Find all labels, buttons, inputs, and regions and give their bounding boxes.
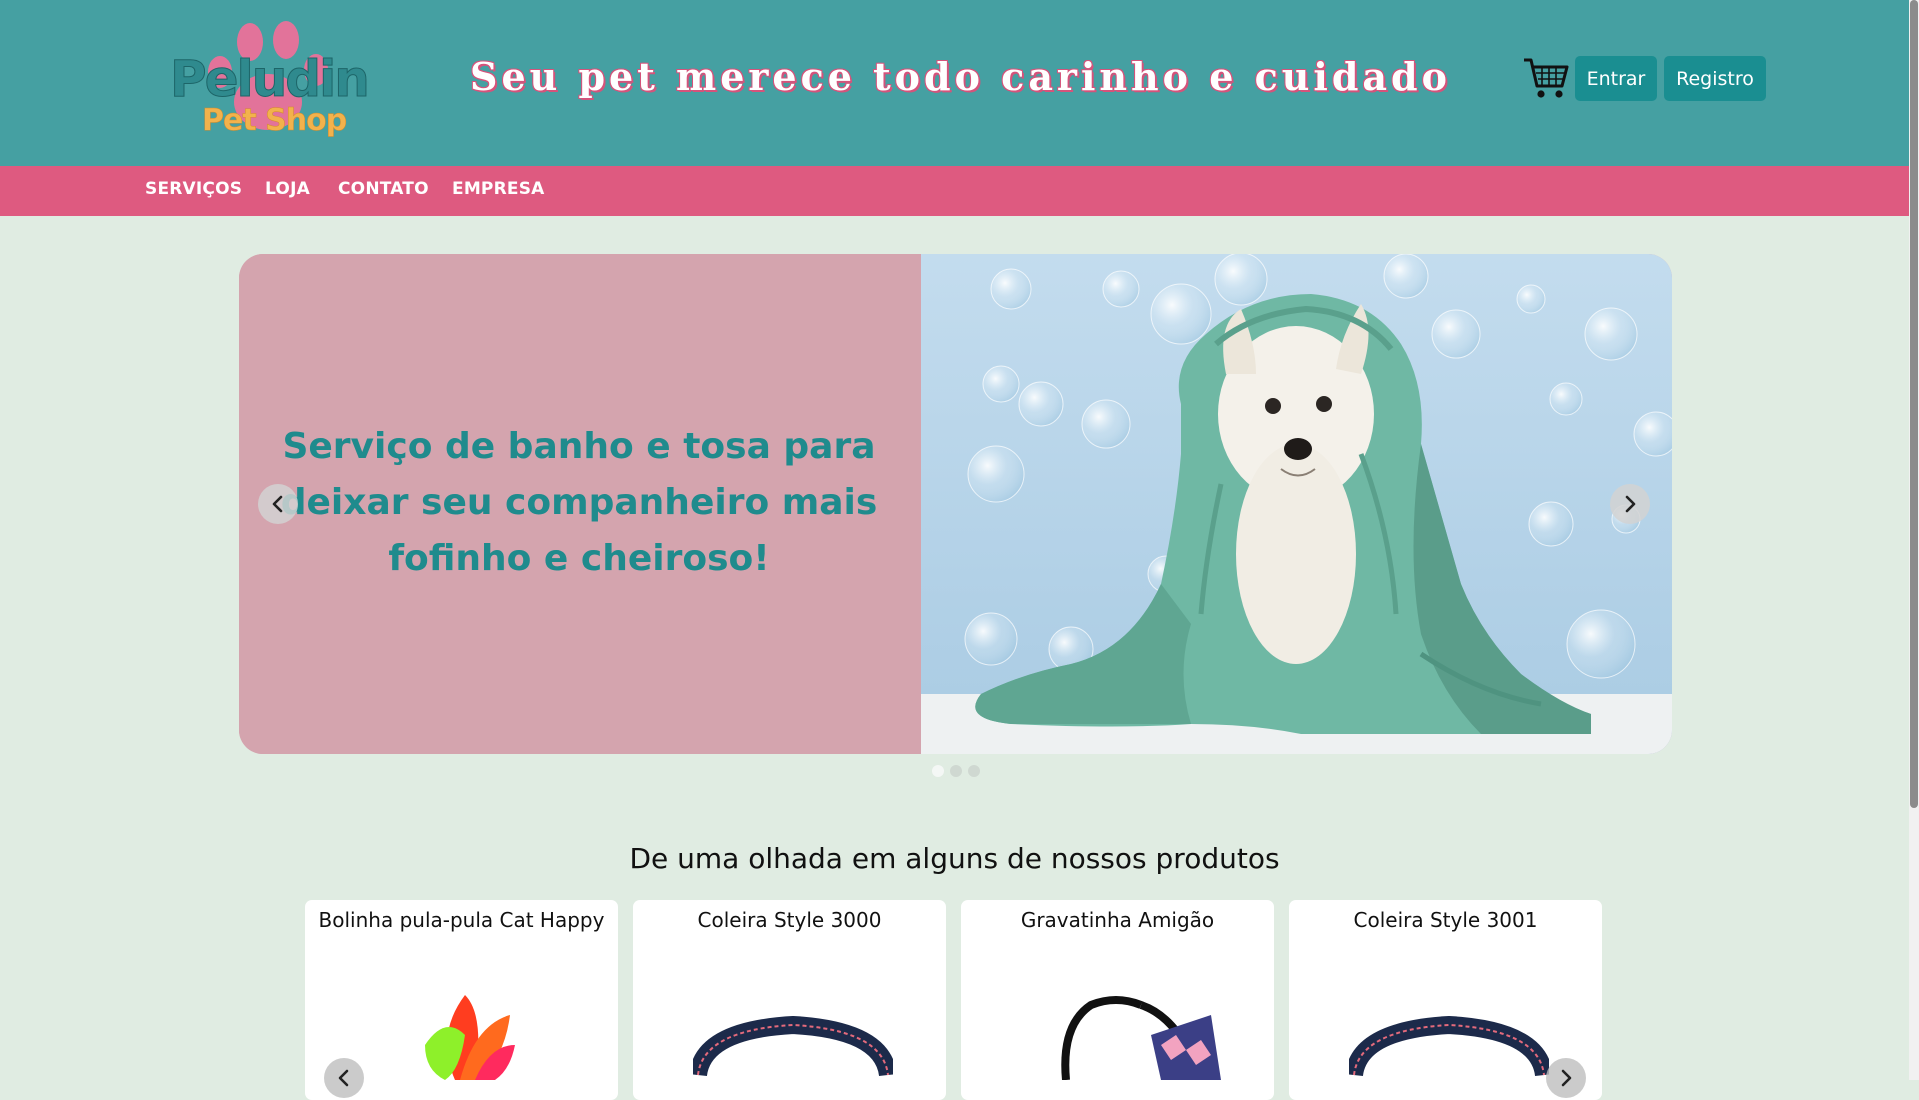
nav-item-empresa[interactable]: EMPRESA	[452, 181, 545, 198]
carousel-dot-3[interactable]	[968, 765, 980, 777]
login-button[interactable]: Entrar	[1575, 56, 1657, 101]
logo-name: Peludin	[170, 50, 371, 108]
nav-item-servicos[interactable]: SERVIÇOS	[145, 181, 242, 198]
chevron-right-icon	[1625, 495, 1636, 513]
product-image-collar	[1349, 1015, 1549, 1077]
carousel-prev-button[interactable]	[258, 484, 298, 524]
site-logo[interactable]: Peludin Pet Shop	[168, 14, 371, 144]
hero-carousel: Serviço de banho e tosa para deixar seu …	[239, 254, 1672, 754]
products-section-title: De uma olhada em alguns de nossos produt…	[629, 842, 1280, 875]
page-scrollbar-thumb[interactable]	[1910, 0, 1918, 808]
carousel-dot-1[interactable]	[932, 765, 944, 777]
product-name: Gravatinha Amigão	[1020, 908, 1215, 932]
product-name: Coleira Style 3001	[1353, 908, 1538, 932]
nav-item-loja[interactable]: LOJA	[265, 181, 310, 198]
main-nav: SERVIÇOS LOJA CONTATO EMPRESA	[0, 166, 1909, 216]
site-header: Peludin Pet Shop Seu pet merece todo car…	[0, 0, 1909, 166]
chevron-left-icon	[272, 495, 283, 513]
register-button[interactable]: Registro	[1664, 56, 1766, 101]
products-prev-button[interactable]	[324, 1058, 364, 1098]
product-image-feather-ball	[425, 995, 515, 1080]
product-card[interactable]: Gravatinha Amigão	[961, 900, 1274, 1100]
slide-text-panel: Serviço de banho e tosa para deixar seu …	[239, 254, 921, 754]
product-card[interactable]: Coleira Style 3000	[633, 900, 946, 1100]
products-next-button[interactable]	[1546, 1058, 1586, 1098]
logo-subtitle: Pet Shop	[202, 103, 348, 138]
slide-image-dog-towel	[921, 254, 1672, 754]
product-name: Bolinha pula-pula Cat Happy	[318, 908, 605, 932]
carousel-dot-2[interactable]	[950, 765, 962, 777]
slide-caption: Serviço de banho e tosa para deixar seu …	[280, 426, 878, 579]
carousel-next-button[interactable]	[1610, 484, 1650, 524]
product-image-collar	[693, 1015, 893, 1077]
shopping-cart-icon[interactable]	[1522, 56, 1570, 100]
chevron-left-icon	[338, 1069, 349, 1087]
nav-item-contato[interactable]: CONTATO	[338, 181, 429, 198]
product-name: Coleira Style 3000	[697, 908, 882, 932]
header-tagline: Seu pet merece todo carinho e cuidado	[470, 54, 1451, 99]
chevron-right-icon	[1561, 1069, 1572, 1087]
product-image-bowtie	[1061, 996, 1221, 1080]
